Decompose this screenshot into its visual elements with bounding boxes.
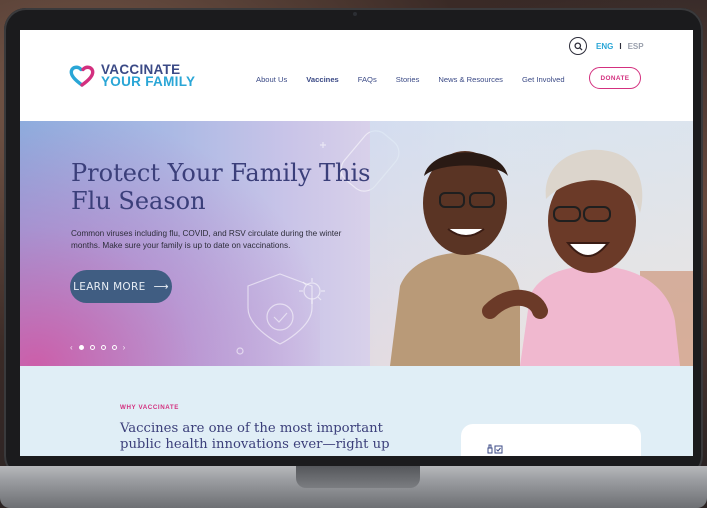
plus-icon bbox=[320, 142, 326, 148]
lang-esp-link[interactable]: ESP bbox=[628, 42, 644, 51]
nav-vaccines[interactable]: Vaccines bbox=[306, 75, 339, 84]
lang-separator: I bbox=[619, 42, 622, 51]
carousel-dot-1[interactable] bbox=[78, 345, 84, 350]
webcam bbox=[353, 12, 357, 16]
laptop-notch bbox=[296, 466, 420, 488]
carousel-dot-2[interactable] bbox=[89, 345, 95, 350]
hero-title: Protect Your Family This Flu Season bbox=[71, 159, 371, 215]
arrow-right-icon: ⟶ bbox=[153, 280, 169, 293]
why-vaccinate-section: WHY VACCINATE Vaccines are one of the mo… bbox=[20, 366, 693, 456]
nav-get-involved[interactable]: Get Involved bbox=[522, 75, 565, 84]
logo-line2: YOUR FAMILY bbox=[101, 74, 196, 89]
carousel-next-icon[interactable]: › bbox=[123, 343, 126, 352]
heart-logo-icon bbox=[69, 65, 95, 87]
nav-news-resources[interactable]: News & Resources bbox=[438, 75, 503, 84]
donate-button[interactable]: DONATE bbox=[589, 67, 641, 89]
browser-viewport: VACCINATE YOUR FAMILY ENG I ESP About Us… bbox=[20, 30, 693, 456]
info-card bbox=[461, 424, 641, 456]
hero-photo-couple bbox=[370, 121, 693, 366]
main-nav: About Us Vaccines FAQs Stories News & Re… bbox=[256, 75, 584, 84]
shield-icon bbox=[247, 273, 313, 345]
search-icon bbox=[573, 41, 583, 51]
learn-more-button[interactable]: LEARN MORE ⟶ bbox=[70, 270, 172, 303]
why-heading: Vaccines are one of the most important p… bbox=[120, 421, 390, 452]
carousel-dot-4[interactable] bbox=[111, 345, 117, 350]
site-header: VACCINATE YOUR FAMILY ENG I ESP About Us… bbox=[20, 30, 693, 121]
why-eyebrow: WHY VACCINATE bbox=[120, 404, 180, 411]
nav-about-us[interactable]: About Us bbox=[256, 75, 287, 84]
nav-faqs[interactable]: FAQs bbox=[358, 75, 377, 84]
lang-eng-link[interactable]: ENG bbox=[596, 42, 613, 51]
hero-description: Common viruses including flu, COVID, and… bbox=[71, 229, 342, 250]
language-switch: ENG I ESP bbox=[596, 42, 644, 51]
learn-more-label: LEARN MORE bbox=[73, 280, 146, 293]
carousel-prev-icon[interactable]: ‹ bbox=[70, 343, 73, 352]
vaccine-checklist-icon bbox=[485, 444, 505, 456]
logo[interactable]: VACCINATE YOUR FAMILY bbox=[69, 63, 196, 89]
carousel-pagination: ‹ › bbox=[70, 343, 125, 352]
carousel-dot-3[interactable] bbox=[100, 345, 106, 350]
search-button[interactable] bbox=[569, 37, 587, 55]
nav-stories[interactable]: Stories bbox=[396, 75, 420, 84]
hero-carousel: Protect Your Family This Flu Season Comm… bbox=[20, 121, 693, 366]
